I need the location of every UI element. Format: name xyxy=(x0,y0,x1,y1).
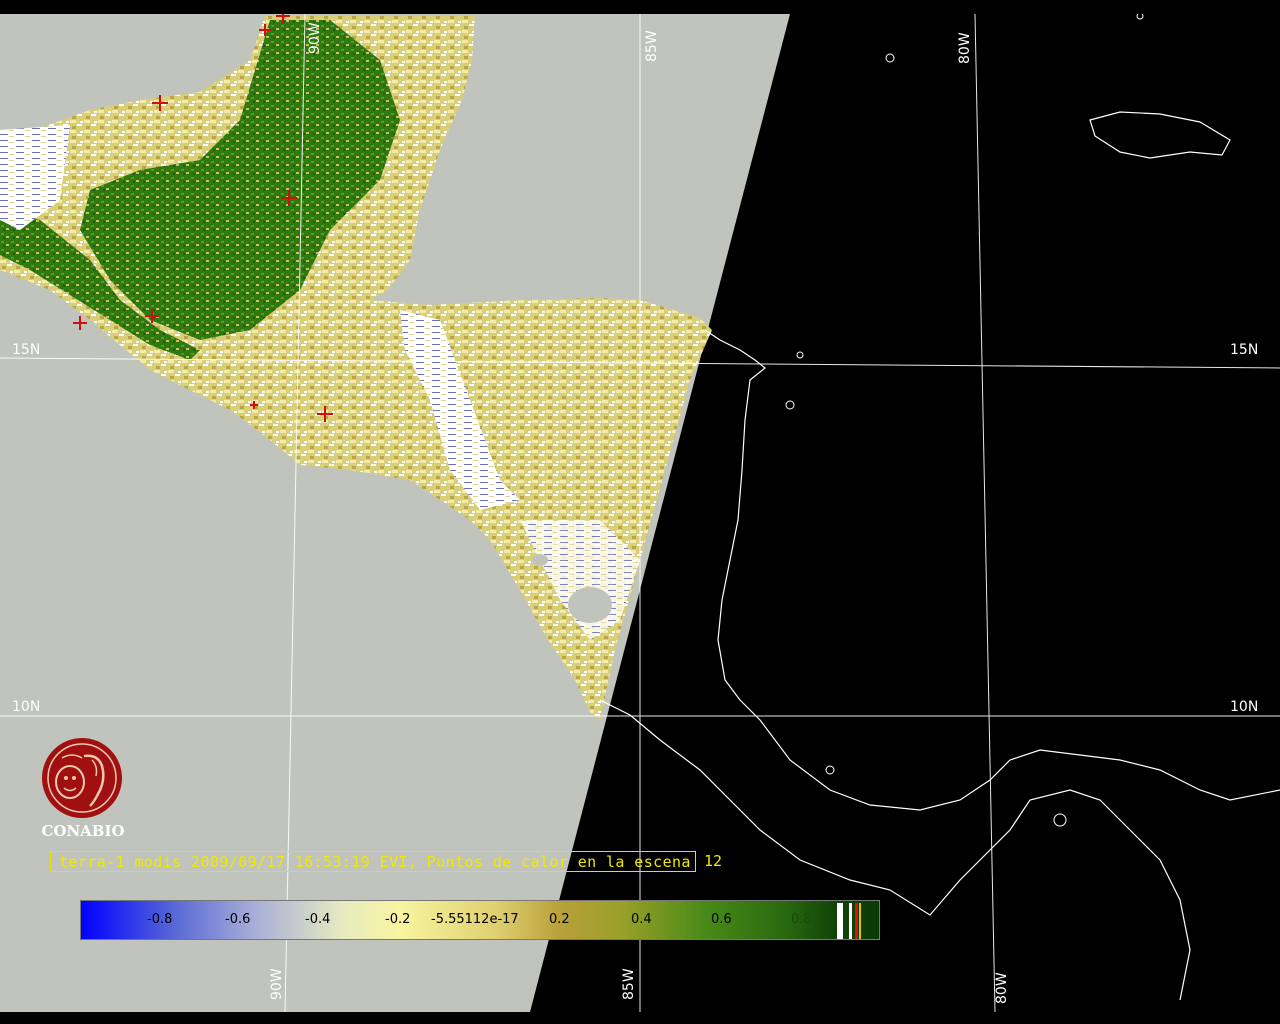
caption-text: terra-1 modis 2009/09/17 16:53:19 EVI, P… xyxy=(59,853,691,871)
colorbar-label: -0.6 xyxy=(225,912,251,927)
conabio-logo: CONABIO xyxy=(36,736,128,840)
grid-label-10n-left: 10N xyxy=(12,699,41,715)
colorbar-stripe-red xyxy=(855,903,858,939)
conabio-emblem-icon xyxy=(42,738,122,818)
colorbar-stripe-yellow xyxy=(859,903,861,939)
logo-text: CONABIO xyxy=(41,822,125,840)
grid-label-90w-bottom: 90W xyxy=(269,968,285,1000)
lake-managua xyxy=(532,554,548,566)
grid-label-10n-right: 10N xyxy=(1230,699,1259,715)
grid-label-15n-left: 15N xyxy=(12,342,41,358)
bottom-border xyxy=(0,1012,1280,1024)
colorbar-label: -0.8 xyxy=(147,912,173,927)
grid-label-15n-right: 15N xyxy=(1230,342,1259,358)
colorbar: -0.8 -0.6 -0.4 -0.2 -5.55112e-17 0.2 0.4… xyxy=(80,900,880,940)
colorbar-label: -5.55112e-17 xyxy=(431,912,519,927)
caption-box: terra-1 modis 2009/09/17 16:53:19 EVI, P… xyxy=(50,851,696,872)
hotspot-count: 12 xyxy=(704,852,723,870)
colorbar-label: -0.4 xyxy=(305,912,331,927)
grid-label-80w-top: 80W xyxy=(957,32,973,64)
colorbar-label: 0.4 xyxy=(631,912,652,927)
colorbar-label: 0.8 xyxy=(791,912,812,927)
colorbar-label: -0.2 xyxy=(385,912,411,927)
colorbar-stripe-white xyxy=(837,903,843,939)
grid-label-90w-top: 90W xyxy=(307,22,323,54)
map-viewer: 15N 15N 10N 10N 90W 85W 80W 90W 85W 80W … xyxy=(0,0,1280,1024)
colorbar-stripe-white-thin xyxy=(849,903,852,939)
colorbar-label: 0.6 xyxy=(711,912,732,927)
grid-label-80w-bottom: 80W xyxy=(994,972,1010,1004)
lake-nicaragua xyxy=(568,587,612,623)
top-border xyxy=(0,0,1280,14)
grid-label-85w-top: 85W xyxy=(644,30,660,62)
grid-label-85w-bottom: 85W xyxy=(621,968,637,1000)
colorbar-label: 0.2 xyxy=(549,912,570,927)
